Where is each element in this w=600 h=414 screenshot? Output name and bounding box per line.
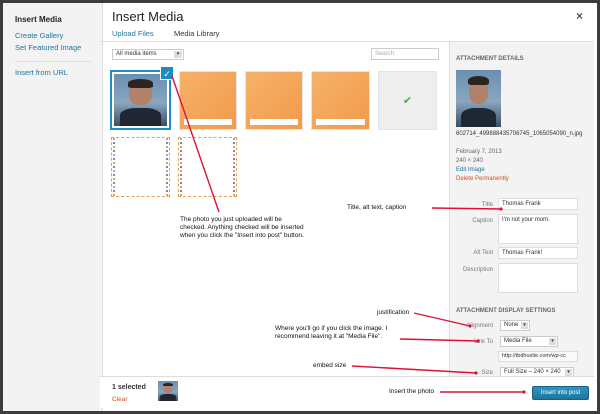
title-field[interactable]: Thomas Frank — [498, 198, 578, 210]
alignment-value: None — [504, 322, 519, 328]
sidebar-item-set-featured-image[interactable]: Set Featured Image — [15, 43, 81, 52]
display-settings-title: Attachment Display Settings — [456, 308, 556, 314]
caption-label: Caption — [472, 218, 493, 224]
checkmark-icon: ✔ — [402, 95, 413, 107]
selected-count: 1 selected — [112, 384, 146, 391]
clear-selection-link[interactable]: Clear — [112, 396, 128, 403]
media-filter-select[interactable]: All media items ▾ — [112, 49, 184, 60]
annotation-embed-size: embed size — [313, 362, 347, 370]
media-item-doc-2[interactable] — [178, 137, 237, 197]
caption-field[interactable]: I'm not your mom. — [498, 214, 578, 244]
selected-thumbnail[interactable] — [158, 381, 178, 401]
tab-upload-files[interactable]: Upload Files — [112, 29, 154, 38]
checkmark-icon[interactable]: ✓ — [160, 66, 174, 80]
description-label: Description — [462, 267, 493, 273]
close-icon[interactable]: × — [576, 9, 583, 23]
media-filter-value: All media items — [116, 51, 157, 57]
edit-image-link[interactable]: Edit Image — [456, 167, 485, 173]
sidebar-heading-insert-media[interactable]: Insert Media — [15, 15, 62, 24]
chevron-down-icon: ▾ — [565, 369, 572, 376]
attachment-filename: 602714_499888435706745_1065054090_n.jpg — [456, 131, 583, 137]
alt-text-field[interactable]: Thomas Frank! — [498, 247, 578, 259]
size-value: Full Size – 240 × 240 — [504, 369, 561, 375]
alt-text-label: Alt Text — [473, 250, 493, 256]
annotation-insert-photo: Insert the photo — [389, 388, 435, 396]
media-item-orange-3[interactable] — [311, 71, 370, 130]
media-item-uploaded[interactable]: ✔ — [378, 71, 437, 130]
link-url-field[interactable]: http://tbdhustle.com/wp-cc — [498, 351, 578, 362]
photo-thumbnail — [114, 74, 167, 126]
details-thumbnail — [456, 70, 501, 127]
title-label: Title — [481, 202, 493, 208]
modal-title: Insert Media — [112, 9, 184, 24]
search-input[interactable]: Search — [371, 48, 439, 60]
annotation-fields: Title, alt text, caption — [347, 204, 407, 212]
chevron-down-icon: ▾ — [174, 51, 182, 58]
attachment-dimensions: 240 × 240 — [456, 158, 483, 164]
sidebar-divider — [15, 61, 91, 62]
chevron-down-icon: ▾ — [549, 338, 556, 345]
delete-permanently-link[interactable]: Delete Permanently — [456, 176, 509, 182]
chevron-down-icon: ▾ — [521, 322, 528, 329]
alignment-select[interactable]: None ▾ — [500, 320, 530, 331]
annotation-photo-checked: The photo you just uploaded will be chec… — [180, 216, 308, 240]
sidebar-item-create-gallery[interactable]: Create Gallery — [15, 31, 63, 40]
sidebar-item-insert-from-url[interactable]: Insert from URL — [15, 68, 68, 77]
media-item-orange-1[interactable] — [179, 71, 237, 130]
media-sidebar: Insert Media Create Gallery Set Featured… — [3, 3, 103, 411]
annotation-link-to: Where you'll go if you click the image. … — [275, 325, 400, 341]
media-item-orange-2[interactable] — [245, 71, 303, 130]
attachment-details-title: Attachment Details — [456, 56, 524, 62]
insert-into-post-button[interactable]: Insert into post — [532, 386, 589, 400]
link-to-label: Link To — [474, 339, 493, 345]
annotation-justification: justification — [377, 309, 410, 317]
tab-media-library[interactable]: Media Library — [174, 29, 219, 38]
description-field[interactable] — [498, 263, 578, 293]
link-to-value: Media File — [504, 338, 532, 344]
alignment-label: Alignment — [466, 323, 493, 329]
link-to-select[interactable]: Media File ▾ — [500, 336, 558, 347]
media-item-doc-1[interactable] — [111, 137, 170, 197]
attachment-date: February 7, 2013 — [456, 149, 502, 155]
